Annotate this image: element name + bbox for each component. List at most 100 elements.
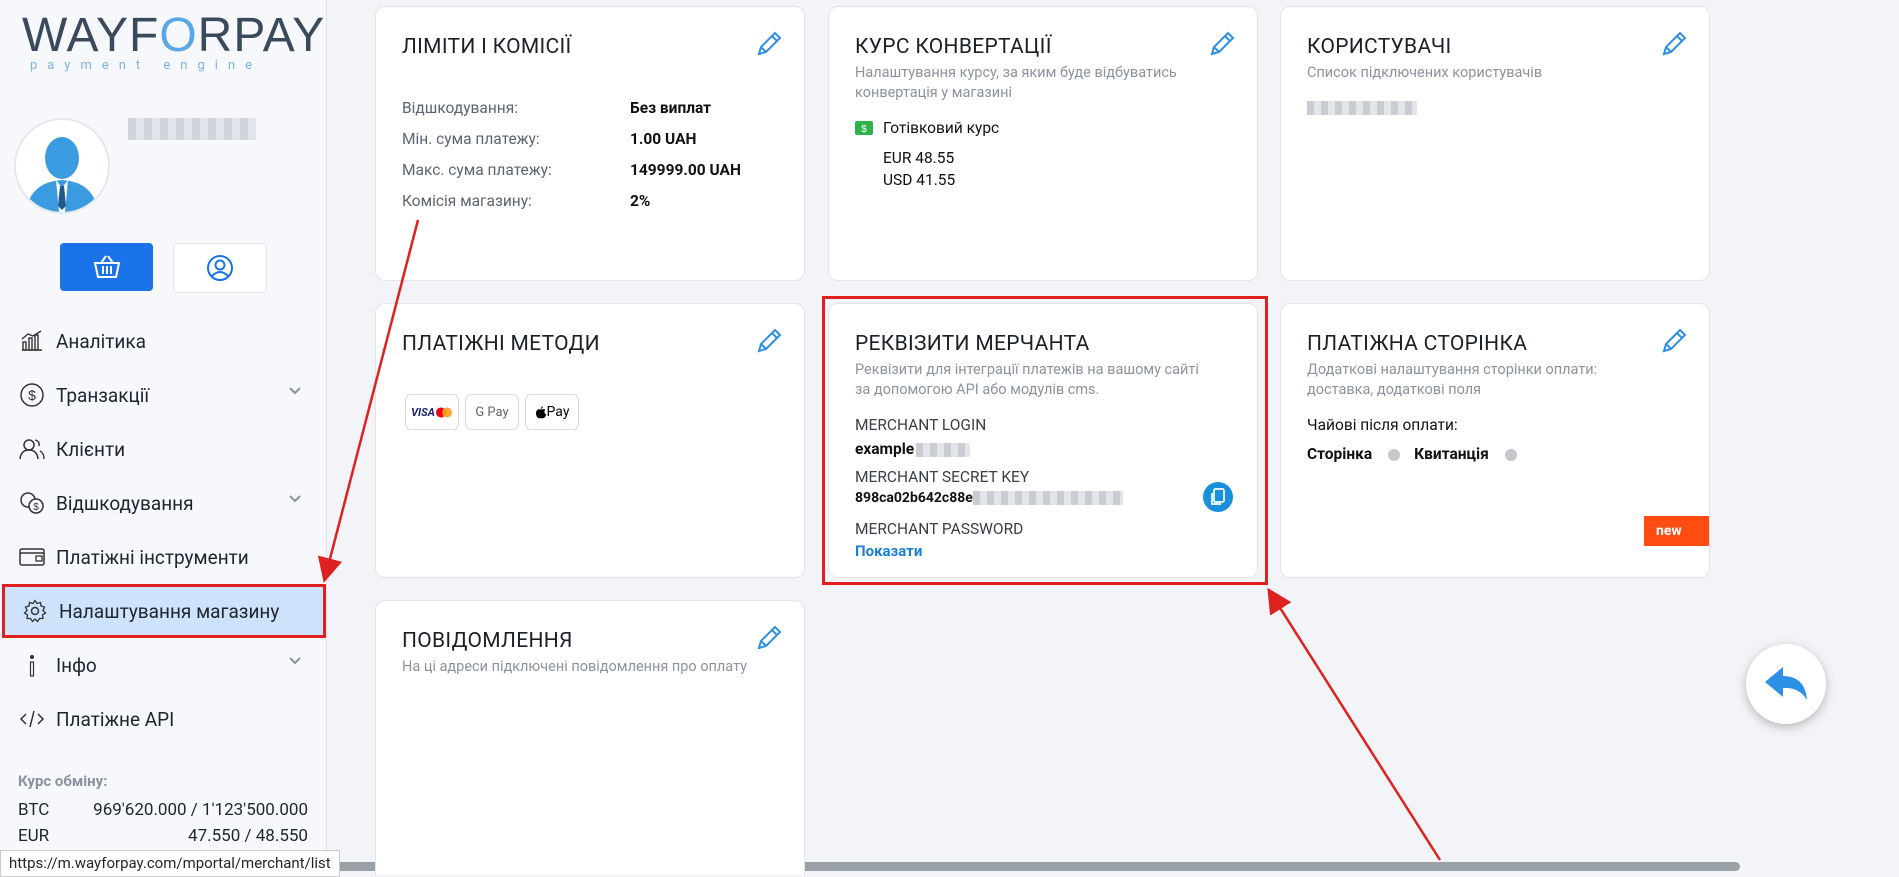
- pencil-icon[interactable]: [1207, 29, 1237, 59]
- pencil-icon[interactable]: [1659, 29, 1689, 59]
- sidebar-item-payment-instruments[interactable]: Платіжні інструменти: [0, 530, 326, 584]
- card-title: РЕКВІЗИТИ МЕРЧАНТА: [855, 332, 1090, 356]
- sidebar-item-label: Транзакції: [56, 383, 150, 407]
- logo-wordmark: WAYFORPAY: [22, 9, 326, 62]
- users-icon: [18, 435, 46, 463]
- svg-text:$: $: [33, 502, 39, 513]
- sidebar-item-clients[interactable]: Клієнти: [0, 422, 326, 476]
- tips-option-receipt[interactable]: Квитанція: [1414, 445, 1489, 463]
- code-icon: [18, 705, 46, 733]
- exchange-rates-title: Курс обміну:: [18, 772, 108, 790]
- back-button[interactable]: [1746, 644, 1826, 724]
- card-title: ЛІМІТИ І КОМІСІЇ: [402, 35, 572, 59]
- card-notifications: ПОВІДОМЛЕННЯ На ці адреси підключені пов…: [375, 600, 805, 875]
- basket-icon: [93, 255, 120, 278]
- card-title: ПЛАТІЖНІ МЕТОДИ: [402, 332, 600, 356]
- dollar-circle-icon: $: [18, 381, 46, 409]
- card-description: Список підключених користувачів: [1307, 64, 1543, 81]
- card-title: ПОВІДОМЛЕННЯ: [402, 629, 573, 653]
- gear-icon: [21, 597, 49, 625]
- sidebar-item-payment-api[interactable]: Платіжне API: [0, 692, 326, 746]
- sidebar-item-label: Платіжні інструменти: [56, 545, 249, 569]
- rate-row: BTC 969'620.000 / 1'123'500.000: [18, 800, 308, 820]
- merchant-secret-key-label: MERCHANT SECRET KEY: [855, 468, 1030, 486]
- user-email-redacted: [1307, 101, 1417, 115]
- chevron-down-icon[interactable]: [288, 386, 302, 396]
- copy-icon: [1211, 488, 1225, 505]
- card-description: Додаткові налаштування сторінки оплати: д…: [1307, 361, 1598, 398]
- copy-secret-key-button[interactable]: [1203, 482, 1233, 512]
- merchant-secret-key-value: 898ca02b642c88e: [855, 490, 1123, 506]
- sidebar-item-label: Платіжне API: [56, 707, 175, 731]
- user-avatar-icon: [16, 120, 108, 212]
- pencil-icon[interactable]: [754, 29, 784, 59]
- sidebar-item-label: Клієнти: [56, 437, 126, 461]
- sidebar-item-store-settings[interactable]: Налаштування магазину: [2, 584, 326, 638]
- limits-row: Відшкодування: Без виплат: [402, 99, 712, 117]
- tips-option-page[interactable]: Сторінка: [1307, 445, 1372, 463]
- sidebar-item-label: Відшкодування: [56, 491, 194, 515]
- conversion-rate-eur: EUR 48.55: [883, 149, 955, 167]
- wayforpay-logo[interactable]: WAYFORPAY payment engine: [22, 9, 326, 74]
- pencil-icon[interactable]: [754, 623, 784, 653]
- avatar[interactable]: [14, 118, 110, 214]
- card-users: КОРИСТУВАЧІ Список підключених користува…: [1280, 6, 1710, 281]
- card-description: Реквізити для інтеграції платежів на ваш…: [855, 361, 1199, 398]
- conversion-rate-usd: USD 41.55: [883, 171, 956, 189]
- rate-code: BTC: [18, 800, 50, 820]
- limits-row: Комісія магазину: 2%: [402, 192, 651, 210]
- svg-text:$: $: [28, 387, 36, 403]
- rate-value: 47.550 / 48.550: [188, 826, 308, 846]
- info-icon: [18, 651, 46, 679]
- merchant-login-label: MERCHANT LOGIN: [855, 416, 987, 434]
- sidebar-item-transactions[interactable]: $ Транзакції: [0, 368, 326, 422]
- tips-page-toggle[interactable]: [1388, 448, 1401, 461]
- sidebar-nav: Аналітика $ Транзакції Клієнти $ Відшкод: [0, 314, 326, 746]
- chevron-down-icon[interactable]: [288, 656, 302, 666]
- card-title: КОРИСТУВАЧІ: [1307, 35, 1452, 59]
- pencil-icon[interactable]: [1659, 326, 1689, 356]
- sidebar: WAYFORPAY payment engine Аналітика $ Тра…: [0, 0, 327, 875]
- pencil-icon[interactable]: [754, 326, 784, 356]
- google-pay-badge[interactable]: G Pay: [465, 394, 519, 430]
- merchant-password-label: MERCHANT PASSWORD: [855, 520, 1024, 538]
- merchant-login-value: example: [855, 440, 971, 458]
- sidebar-item-label: Інфо: [56, 653, 97, 677]
- card-description: На ці адреси підключені повідомлення про…: [402, 658, 747, 675]
- user-circle-icon: [207, 255, 233, 281]
- rate-code: EUR: [18, 826, 50, 846]
- card-merchant-credentials: РЕКВІЗИТИ МЕРЧАНТА Реквізити для інтегра…: [828, 303, 1258, 578]
- rate-row: EUR 47.550 / 48.550: [18, 826, 308, 846]
- arrow-to-merchant-card: [1267, 587, 1442, 861]
- cash-icon: $: [855, 121, 873, 135]
- limits-row: Мін. сума платежу: 1.00 UAH: [402, 130, 697, 148]
- cash-rate-row: $ Готівковий курс: [855, 119, 999, 137]
- new-badge: new: [1644, 516, 1709, 546]
- undo-arrow-icon: [1765, 667, 1807, 700]
- apple-pay-badge[interactable]: Pay: [525, 394, 579, 430]
- card-description: Налаштування курсу, за яким буде відбува…: [855, 64, 1177, 101]
- wallet-icon: [18, 543, 46, 571]
- sidebar-item-analytics[interactable]: Аналітика: [0, 314, 326, 368]
- merchants-button[interactable]: [60, 243, 153, 291]
- limits-row: Макс. сума платежу: 149999.00 UAH: [402, 161, 741, 179]
- tips-label: Чайові після оплати:: [1307, 416, 1458, 434]
- status-bar-url: https://m.wayforpay.com/mportal/merchant…: [0, 850, 340, 877]
- tips-receipt-toggle[interactable]: [1504, 448, 1517, 461]
- tips-options: Сторінка Квитанція: [1307, 445, 1531, 463]
- chevron-down-icon[interactable]: [288, 494, 302, 504]
- username-redacted: [128, 118, 256, 140]
- coins-icon: $: [18, 489, 46, 517]
- card-conversion-rate: КУРС КОНВЕРТАЦІЇ Налаштування курсу, за …: [828, 6, 1258, 281]
- apple-icon: [535, 406, 546, 419]
- card-limits: ЛІМІТИ І КОМІСІЇ Відшкодування: Без випла…: [375, 6, 805, 281]
- card-payment-methods: ПЛАТІЖНІ МЕТОДИ: [375, 303, 805, 578]
- card-payment-page: ПЛАТІЖНА СТОРІНКА Додаткові налаштування…: [1280, 303, 1710, 578]
- show-password-link[interactable]: Показати: [855, 542, 922, 560]
- sidebar-item-refunds[interactable]: $ Відшкодування: [0, 476, 326, 530]
- card-title: ПЛАТІЖНА СТОРІНКА: [1307, 332, 1528, 356]
- sidebar-item-info[interactable]: Інфо: [0, 638, 326, 692]
- sidebar-item-label: Аналітика: [56, 329, 146, 353]
- visa-mastercard-badge[interactable]: VISA: [405, 394, 459, 430]
- profile-button[interactable]: [173, 243, 267, 293]
